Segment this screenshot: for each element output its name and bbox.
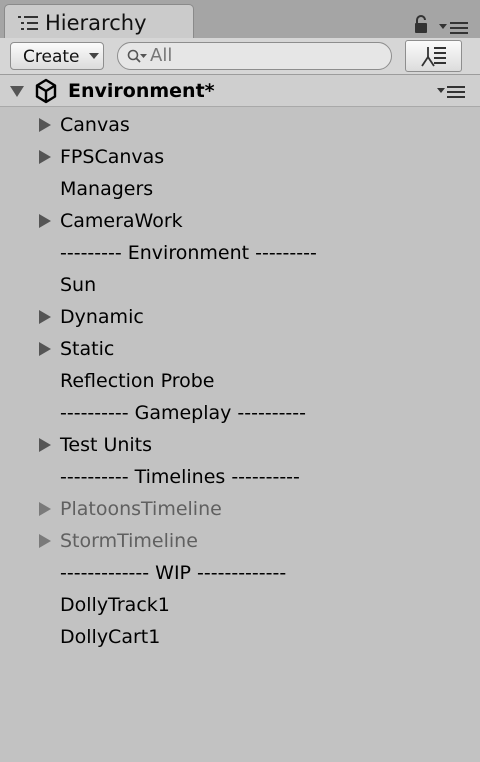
expanded-arrow-icon[interactable]	[9, 84, 25, 98]
hierarchy-item[interactable]: Sun	[0, 268, 480, 300]
tab-bar: Hierarchy	[0, 0, 480, 38]
collapsed-arrow-icon[interactable]	[38, 150, 52, 164]
hierarchy-toolbar: Create All	[0, 38, 480, 75]
hierarchy-item-label: ---------- Gameplay ----------	[60, 402, 306, 424]
collapsed-arrow-icon[interactable]	[38, 438, 52, 452]
pane-menu-icon[interactable]	[438, 20, 470, 36]
hierarchy-item[interactable]: ------------- WIP -------------	[0, 556, 480, 588]
hierarchy-item-label: Canvas	[60, 114, 130, 136]
scene-visibility-button[interactable]	[405, 40, 462, 72]
hierarchy-item[interactable]: StormTimeline	[0, 524, 480, 556]
create-dropdown-button[interactable]: Create	[10, 42, 104, 70]
lock-icon[interactable]	[413, 14, 429, 34]
hierarchy-item[interactable]: Static	[0, 332, 480, 364]
hierarchy-item-label: Reflection Probe	[60, 370, 215, 392]
hierarchy-item[interactable]: ---------- Timelines ----------	[0, 460, 480, 492]
hierarchy-item-label: Dynamic	[60, 306, 144, 328]
scene-name: Environment*	[68, 80, 215, 102]
tab-hierarchy[interactable]: Hierarchy	[4, 4, 194, 38]
hierarchy-item[interactable]: Reflection Probe	[0, 364, 480, 396]
hierarchy-item[interactable]: ---------- Gameplay ----------	[0, 396, 480, 428]
hierarchy-tree: Canvas FPSCanvas Managers CameraWork -------…	[0, 108, 480, 652]
hierarchy-item[interactable]: Managers	[0, 172, 480, 204]
hierarchy-item-label: DollyCart1	[60, 626, 161, 648]
search-placeholder: All	[150, 45, 173, 66]
hierarchy-item[interactable]: Dynamic	[0, 300, 480, 332]
hierarchy-item-label: CameraWork	[60, 210, 183, 232]
dropdown-arrow-icon	[89, 53, 99, 59]
hierarchy-item[interactable]: PlatoonsTimeline	[0, 492, 480, 524]
collapsed-arrow-icon[interactable]	[38, 502, 52, 516]
hierarchy-item-label: FPSCanvas	[60, 146, 165, 168]
hierarchy-item[interactable]: DollyCart1	[0, 620, 480, 652]
collapsed-arrow-icon[interactable]	[38, 118, 52, 132]
scene-menu-icon[interactable]	[436, 85, 466, 99]
hierarchy-item-label: Sun	[60, 274, 97, 296]
hierarchy-item[interactable]: DollyTrack1	[0, 588, 480, 620]
collapsed-arrow-icon[interactable]	[38, 342, 52, 356]
collapsed-arrow-icon[interactable]	[38, 310, 52, 324]
hierarchy-item-label: ------------- WIP -------------	[60, 562, 287, 584]
hierarchy-item-label: Managers	[60, 178, 154, 200]
hierarchy-list-icon	[18, 16, 38, 30]
hierarchy-item[interactable]: Test Units	[0, 428, 480, 460]
hierarchy-item-label: --------- Environment ---------	[60, 242, 317, 264]
hierarchy-item[interactable]: FPSCanvas	[0, 140, 480, 172]
hierarchy-item-label: StormTimeline	[60, 530, 198, 552]
hierarchy-item-label: Static	[60, 338, 115, 360]
collapsed-arrow-icon[interactable]	[38, 534, 52, 548]
collapsed-arrow-icon[interactable]	[38, 214, 52, 228]
hierarchy-item[interactable]: --------- Environment ---------	[0, 236, 480, 268]
unity-scene-icon	[35, 78, 57, 104]
hierarchy-filter-icon	[421, 47, 446, 67]
hierarchy-item[interactable]: Canvas	[0, 108, 480, 140]
hierarchy-item-label: ---------- Timelines ----------	[60, 466, 300, 488]
hierarchy-item-label: Test Units	[60, 434, 153, 456]
search-icon	[127, 49, 147, 63]
tab-title: Hierarchy	[45, 11, 147, 35]
hierarchy-item[interactable]: CameraWork	[0, 204, 480, 236]
hierarchy-item-label: PlatoonsTimeline	[60, 498, 222, 520]
hierarchy-item-label: DollyTrack1	[60, 594, 170, 616]
search-input[interactable]: All	[117, 42, 392, 70]
create-button-label: Create	[23, 47, 80, 67]
scene-header[interactable]: Environment*	[0, 75, 480, 107]
